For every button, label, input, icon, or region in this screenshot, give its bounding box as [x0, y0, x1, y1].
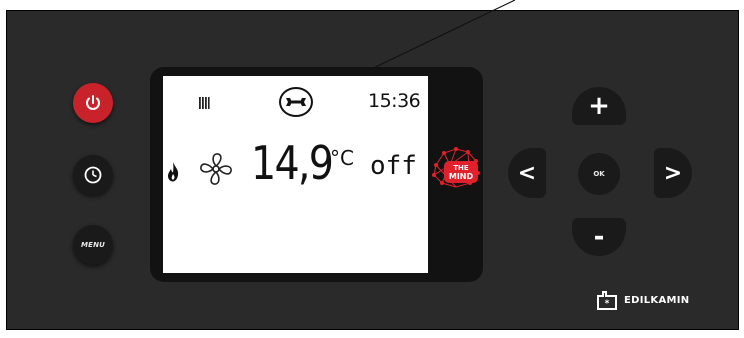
brand-name: EDILKAMIN: [624, 294, 690, 306]
ok-button[interactable]: OK: [578, 153, 620, 195]
left-button-label: <: [517, 160, 537, 186]
display-clock: 15:36: [368, 90, 421, 112]
temperature-unit: °C: [330, 146, 354, 170]
svg-text:*: *: [605, 299, 610, 309]
service-indicator: [279, 87, 313, 117]
mind-logo-line2: MIND: [449, 172, 474, 181]
mind-logo-line1: THE: [453, 164, 469, 172]
edilkamin-logo-icon: *: [597, 291, 617, 310]
temperature-value: 14,9: [251, 136, 334, 190]
menu-button-label: MENU: [80, 241, 106, 249]
minus-button-label: -: [593, 222, 605, 252]
ok-button-label: OK: [593, 170, 605, 178]
stove-state: off: [370, 151, 417, 181]
the-mind-logo[interactable]: THE MIND: [430, 145, 482, 191]
brand-logo: * EDILKAMIN: [596, 290, 689, 310]
right-button-label: >: [663, 160, 683, 186]
wrench-icon: [286, 98, 306, 106]
power-icon: [86, 95, 100, 110]
clock-icon: [84, 166, 102, 184]
clock-button[interactable]: [73, 155, 113, 195]
power-button[interactable]: [73, 83, 113, 123]
fan-icon: [200, 153, 232, 185]
plus-button-label: +: [588, 91, 610, 121]
menu-button[interactable]: MENU: [73, 225, 113, 265]
flame-icon: [168, 162, 179, 182]
stove-icon: [199, 97, 210, 109]
